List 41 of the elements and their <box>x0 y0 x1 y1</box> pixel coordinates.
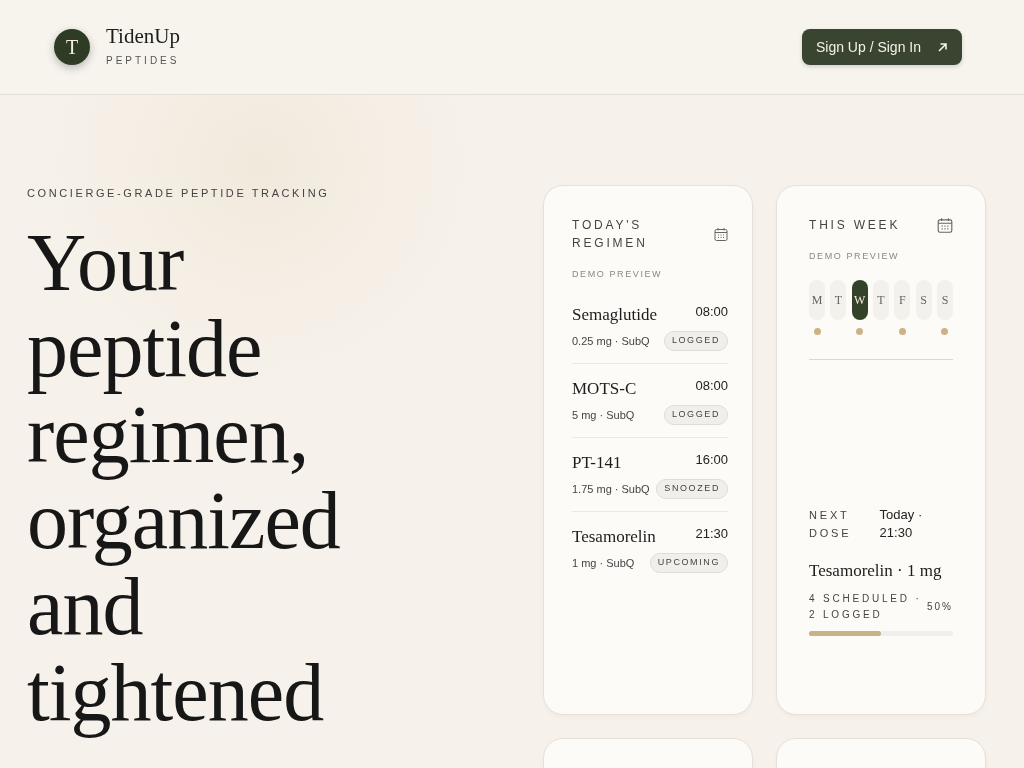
brand-name: TidenUp <box>106 26 180 47</box>
dose-detail: 1.75 mg · SubQ <box>572 481 650 497</box>
card-title: THIS WEEK <box>809 217 901 234</box>
day-pill[interactable]: F <box>894 279 911 320</box>
dose-time: 08:00 <box>695 376 728 395</box>
day-pill[interactable]: T <box>830 279 847 320</box>
status-badge: UPCOMING <box>649 553 728 573</box>
card-subtitle: DEMO PREVIEW <box>809 250 901 263</box>
day-pill[interactable]: W <box>851 279 868 320</box>
summary-text: 4 SCHEDULED · 2 LOGGED <box>809 592 923 622</box>
dose-detail: 1 mg · SubQ <box>572 555 635 571</box>
dose-time: 16:00 <box>695 450 728 469</box>
peptide-name: Semaglutide <box>572 303 657 326</box>
peptide-name: Tesamorelin <box>572 525 656 548</box>
logo-icon: T <box>54 29 90 65</box>
day-pill[interactable]: T <box>873 279 889 320</box>
arrow-icon <box>937 41 948 53</box>
peptide-name: PT-141 <box>572 451 622 474</box>
day-pill[interactable]: S <box>915 279 932 320</box>
card-subtitle: DEMO PREVIEW <box>572 268 664 281</box>
next-dose-time: Today · 21:30 <box>879 505 924 542</box>
dose-time: 08:00 <box>695 302 728 321</box>
next-dose-name: Tesamorelin · 1 mg <box>809 559 943 582</box>
dose-detail: 0.25 mg · SubQ <box>572 333 650 349</box>
day-pill[interactable]: S <box>936 279 953 320</box>
status-badge: SNOOZED <box>656 479 728 499</box>
card-title: TODAY'S REGIMEN <box>572 217 649 252</box>
next-dose-label: NEXT DOSE <box>809 507 853 541</box>
percent-text: 50% <box>927 600 953 614</box>
peptide-name: MOTS-C <box>572 377 637 400</box>
dose-time: 21:30 <box>695 524 728 543</box>
day-pill[interactable]: M <box>809 279 825 320</box>
headline: Your peptide regimen, organized and tightened <box>27 219 341 736</box>
status-badge: LOGGED <box>663 331 728 351</box>
status-badge: LOGGED <box>663 405 728 425</box>
sign-in-button[interactable]: Sign Up / Sign In <box>801 29 962 65</box>
calendar-icon <box>937 216 953 234</box>
eyebrow-text: CONCIERGE-GRADE PEPTIDE TRACKING <box>27 186 331 201</box>
dose-detail: 5 mg · SubQ <box>572 407 635 423</box>
calendar-icon <box>714 226 728 242</box>
brand-tagline: PEPTIDES <box>106 54 180 68</box>
